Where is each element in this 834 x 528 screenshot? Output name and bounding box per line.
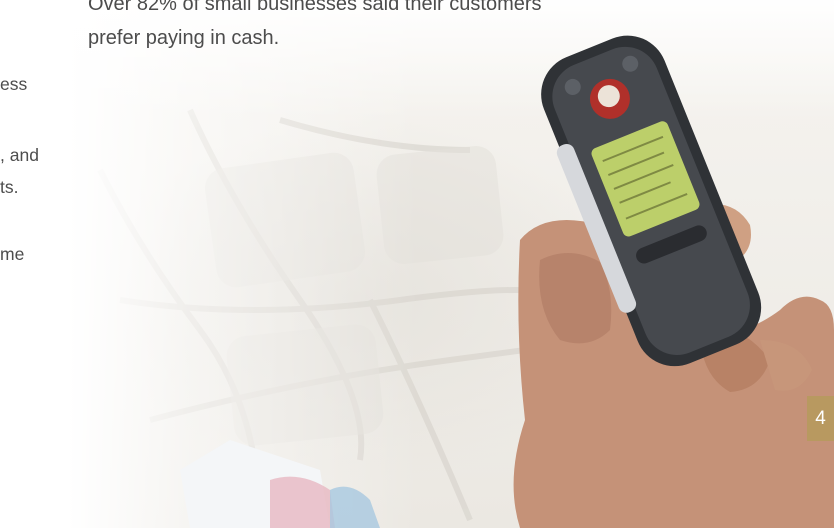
text-fragment-4: me	[0, 244, 25, 264]
quote-line-1: Over 82% of small businesses said their …	[88, 0, 542, 15]
page-number: 4	[815, 407, 826, 429]
page-number-badge: 4	[807, 396, 834, 441]
text-fragment-3: ts.	[0, 177, 19, 197]
text-fragment-2: , and	[0, 145, 39, 165]
quote-text: Over 82% of small businesses said their …	[88, 0, 688, 55]
text-fragment-1: ess	[0, 74, 28, 94]
quote-line-2: prefer paying in cash.	[88, 27, 280, 49]
